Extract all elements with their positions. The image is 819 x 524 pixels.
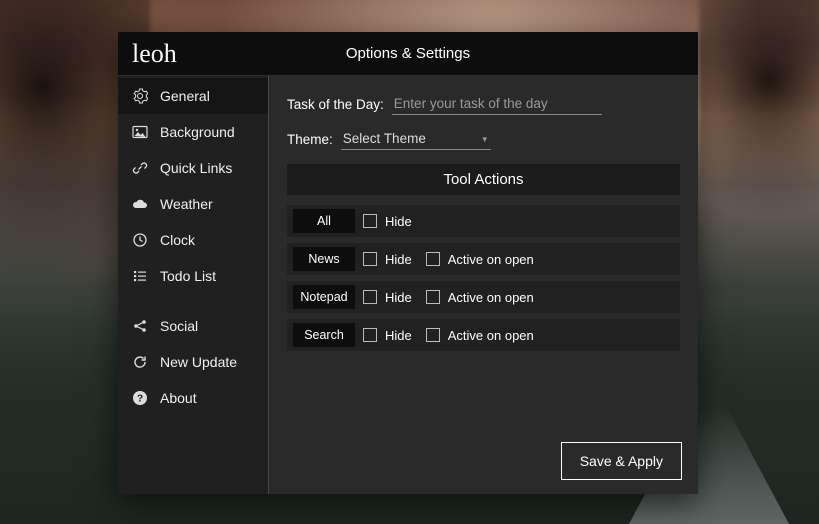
tool-row-notepad: Notepad Hide Active on open [287, 281, 680, 313]
link-icon [132, 160, 148, 176]
svg-text:?: ? [137, 394, 143, 405]
content-panel: Task of the Day: Theme: Select Theme ▼ T… [268, 76, 698, 494]
sidebar-item-weather[interactable]: Weather [118, 186, 268, 222]
active-label: Active on open [448, 290, 534, 305]
gear-icon [132, 88, 148, 104]
brand-logo: leoh [118, 39, 268, 69]
sidebar-item-label: Todo List [160, 268, 216, 284]
sidebar-item-social[interactable]: Social [118, 308, 268, 344]
sidebar-item-clock[interactable]: Clock [118, 222, 268, 258]
tool-actions-header: Tool Actions [287, 164, 680, 195]
active-checkbox-notepad[interactable] [426, 290, 440, 304]
refresh-icon [132, 354, 148, 370]
tool-label: News [293, 247, 355, 271]
tool-label: Search [293, 323, 355, 347]
sidebar-item-general[interactable]: General [118, 78, 268, 114]
active-checkbox-news[interactable] [426, 252, 440, 266]
sidebar-item-label: Social [160, 318, 198, 334]
sidebar-item-label: Weather [160, 196, 213, 212]
settings-dialog: leoh Options & Settings General Backgrou… [118, 32, 698, 494]
theme-label: Theme: [287, 132, 333, 147]
theme-select[interactable]: Select Theme [341, 129, 491, 150]
task-of-day-label: Task of the Day: [287, 97, 384, 112]
hide-checkbox-news[interactable] [363, 252, 377, 266]
hide-label: Hide [385, 328, 412, 343]
hide-checkbox-all[interactable] [363, 214, 377, 228]
hide-checkbox-notepad[interactable] [363, 290, 377, 304]
cloud-icon [132, 196, 148, 212]
hide-label: Hide [385, 214, 412, 229]
hide-label: Hide [385, 252, 412, 267]
list-icon [132, 268, 148, 284]
sidebar-item-background[interactable]: Background [118, 114, 268, 150]
active-label: Active on open [448, 252, 534, 267]
save-apply-button[interactable]: Save & Apply [561, 442, 682, 480]
tool-label: Notepad [293, 285, 355, 309]
task-of-day-input[interactable] [392, 94, 602, 115]
question-icon: ? [132, 390, 148, 406]
dialog-title: Options & Settings [268, 45, 698, 62]
sidebar-item-todo-list[interactable]: Todo List [118, 258, 268, 294]
sidebar-item-new-update[interactable]: New Update [118, 344, 268, 380]
hide-checkbox-search[interactable] [363, 328, 377, 342]
sidebar-item-label: General [160, 88, 210, 104]
hide-label: Hide [385, 290, 412, 305]
image-icon [132, 124, 148, 140]
tool-label: All [293, 209, 355, 233]
sidebar-item-label: Quick Links [160, 160, 232, 176]
tool-row-all: All Hide [287, 205, 680, 237]
active-label: Active on open [448, 328, 534, 343]
sidebar-item-label: About [160, 390, 197, 406]
titlebar: leoh Options & Settings [118, 32, 698, 76]
sidebar-item-quick-links[interactable]: Quick Links [118, 150, 268, 186]
sidebar-item-label: New Update [160, 354, 237, 370]
clock-icon [132, 232, 148, 248]
sidebar: General Background Quick Links Weather [118, 76, 268, 494]
sidebar-item-label: Background [160, 124, 235, 140]
share-icon [132, 318, 148, 334]
tool-row-search: Search Hide Active on open [287, 319, 680, 351]
active-checkbox-search[interactable] [426, 328, 440, 342]
sidebar-item-about[interactable]: ? About [118, 380, 268, 416]
tool-row-news: News Hide Active on open [287, 243, 680, 275]
sidebar-item-label: Clock [160, 232, 195, 248]
